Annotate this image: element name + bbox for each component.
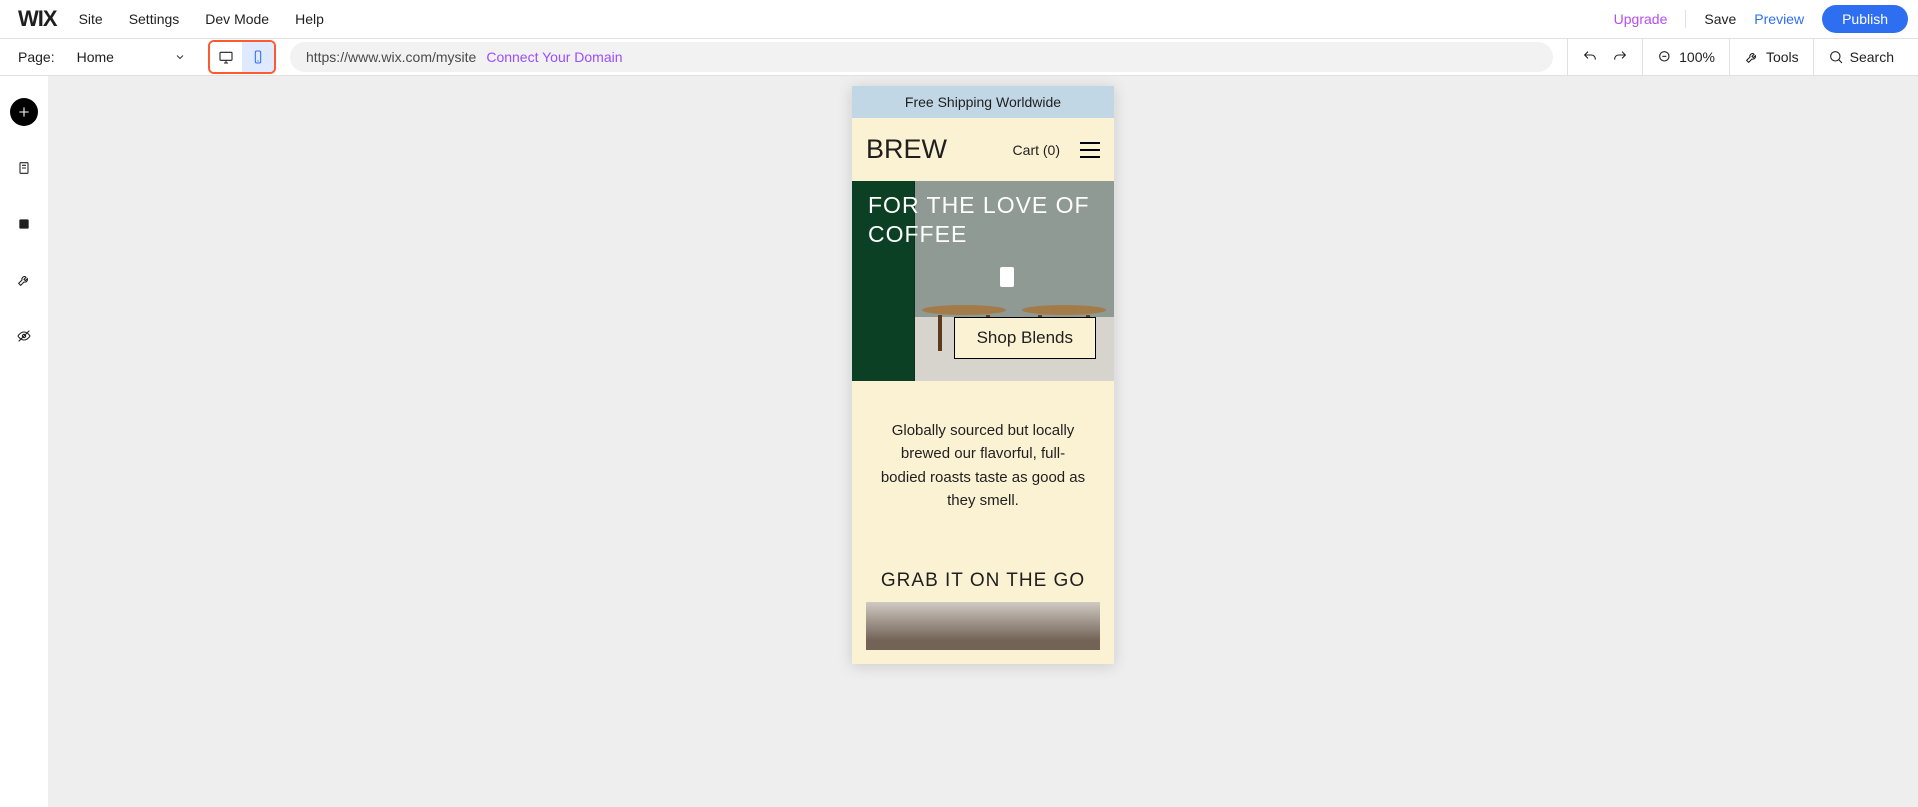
page-label: Page: [18, 49, 55, 65]
desktop-view-button[interactable] [210, 42, 242, 72]
device-switch [208, 40, 276, 74]
desktop-icon [218, 49, 234, 65]
workspace: Free Shipping Worldwide BREW Cart (0) FO… [0, 76, 1918, 807]
menu-button[interactable] [1080, 142, 1100, 158]
hamburger-icon [1080, 142, 1100, 144]
grab-image-wrap [852, 602, 1114, 664]
search-button[interactable]: Search [1813, 39, 1908, 75]
redo-icon [1612, 49, 1628, 65]
design-button[interactable] [10, 210, 38, 238]
upgrade-link[interactable]: Upgrade [1614, 11, 1668, 27]
connect-domain-link[interactable]: Connect Your Domain [486, 49, 622, 65]
zoom-icon [1657, 49, 1673, 65]
app-bar: WIX Site Settings Dev Mode Help Upgrade … [0, 0, 1918, 39]
design-icon [16, 216, 32, 232]
chevron-down-icon [174, 51, 186, 63]
grab-image[interactable] [866, 602, 1100, 650]
mobile-icon [250, 49, 266, 65]
menu-help[interactable]: Help [295, 11, 324, 27]
hero-cup [1000, 267, 1014, 287]
settings-rail-button[interactable] [10, 266, 38, 294]
page-icon [16, 160, 32, 176]
header-right: Cart (0) [1013, 142, 1100, 158]
eye-off-icon [16, 328, 32, 344]
save-button[interactable]: Save [1704, 11, 1736, 27]
site-url: https://www.wix.com/mysite [306, 49, 476, 65]
page-name: Home [77, 49, 114, 65]
intro-text[interactable]: Globally sourced but locally brewed our … [852, 381, 1114, 550]
preview-button[interactable]: Preview [1754, 11, 1804, 27]
shop-blends-button[interactable]: Shop Blends [954, 317, 1096, 359]
divider [1685, 10, 1686, 28]
url-bar[interactable]: https://www.wix.com/mysite Connect Your … [290, 42, 1553, 72]
search-label: Search [1850, 49, 1894, 65]
menu-devmode[interactable]: Dev Mode [205, 11, 269, 27]
menu-site[interactable]: Site [79, 11, 103, 27]
undo-icon [1582, 49, 1598, 65]
toolbar: Page: Home https://www.wix.com/mysite Co… [0, 39, 1918, 76]
site-header: BREW Cart (0) [852, 118, 1114, 181]
publish-button[interactable]: Publish [1822, 5, 1908, 33]
top-right: Upgrade Save Preview Publish [1614, 5, 1908, 33]
canvas[interactable]: Free Shipping Worldwide BREW Cart (0) FO… [48, 76, 1918, 807]
wrench-rail-icon [16, 272, 32, 288]
toolbar-right: 100% Tools Search [1567, 39, 1908, 75]
top-menu: Site Settings Dev Mode Help [79, 11, 324, 27]
grab-heading[interactable]: GRAB IT ON THE GO [852, 550, 1114, 602]
search-icon [1828, 49, 1844, 65]
mobile-frame: Free Shipping Worldwide BREW Cart (0) FO… [852, 86, 1114, 664]
hero-section[interactable]: FOR THE LOVE OF COFFEE Shop Blends [852, 181, 1114, 381]
hide-button[interactable] [10, 322, 38, 350]
page-selector[interactable]: Home [69, 49, 194, 65]
plus-icon [16, 104, 32, 120]
add-element-button[interactable] [10, 98, 38, 126]
site-brand[interactable]: BREW [866, 134, 947, 165]
promo-banner[interactable]: Free Shipping Worldwide [852, 86, 1114, 118]
wix-logo: WIX [18, 6, 57, 32]
left-rail [0, 76, 48, 807]
pages-button[interactable] [10, 154, 38, 182]
zoom-value: 100% [1679, 49, 1715, 65]
cart-link[interactable]: Cart (0) [1013, 142, 1060, 158]
wrench-icon [1744, 49, 1760, 65]
tools-button[interactable]: Tools [1729, 39, 1813, 75]
menu-settings[interactable]: Settings [129, 11, 180, 27]
redo-button[interactable] [1612, 39, 1642, 75]
hero-title[interactable]: FOR THE LOVE OF COFFEE [868, 191, 1104, 249]
zoom-control[interactable]: 100% [1642, 39, 1729, 75]
mobile-view-button[interactable] [242, 42, 274, 72]
tools-label: Tools [1766, 49, 1799, 65]
undo-button[interactable] [1567, 39, 1612, 75]
